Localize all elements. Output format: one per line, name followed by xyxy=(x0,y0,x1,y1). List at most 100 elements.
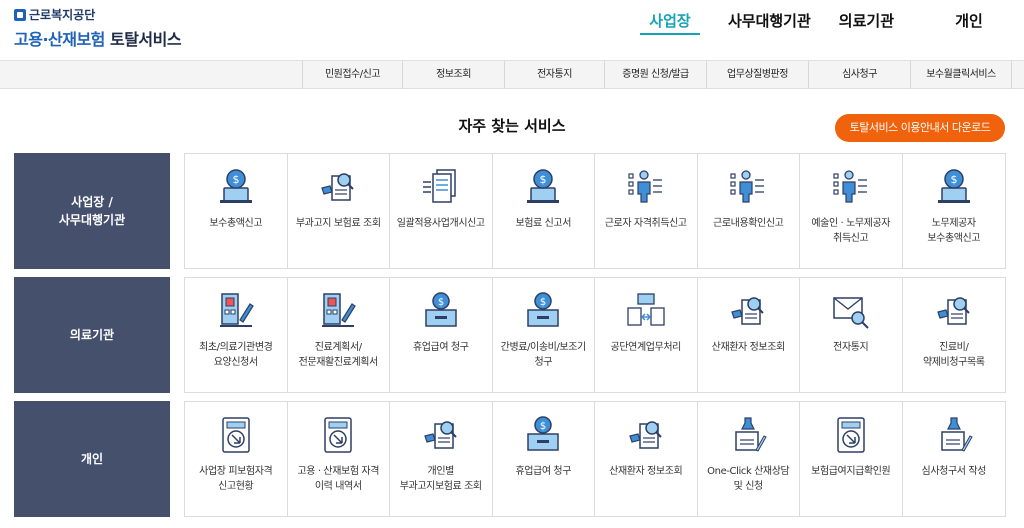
submenu-disease-judgment[interactable]: 업무상질병판정 xyxy=(706,61,808,89)
service-card-label: 휴업급여 청구 xyxy=(412,342,469,353)
service-card[interactable]: $ 간병료/이송비/보조기 청구 xyxy=(493,278,595,392)
document-search-icon xyxy=(934,290,974,330)
service-card[interactable]: 고용 · 산재보험 자격 이력 내역서 xyxy=(288,402,390,516)
documents-arrow-icon xyxy=(421,166,461,206)
nav-medical[interactable]: 의료기관 xyxy=(839,10,894,35)
service-card-label: 휴업급여 청구 xyxy=(515,466,572,477)
hospital-pen-icon xyxy=(318,290,358,330)
submenu-one-click[interactable]: 보수월클릭서비스 xyxy=(910,61,1012,89)
service-card[interactable]: 공단연계업무처리 xyxy=(595,278,698,392)
service-card-label: 개인별 부과고지보험료 조회 xyxy=(399,466,482,492)
service-card-label: 진료비/약제비청구목록 xyxy=(922,342,985,368)
row-medical: 의료기관 최초/의료기관변경 요양신청서 진료계획서/전문재활진료계획서 $ 휴… xyxy=(14,277,1006,393)
service-card[interactable]: $ 휴업급여 청구 xyxy=(390,278,493,392)
service-card[interactable]: One-Click 산재상담 및 신청 xyxy=(698,402,800,516)
download-tray-icon xyxy=(216,414,256,454)
person-checklist-icon xyxy=(831,166,871,206)
service-card[interactable]: 진료계획서/전문재활진료계획서 xyxy=(288,278,390,392)
svg-text:$: $ xyxy=(438,297,444,308)
header: 근로복지공단 고용·산재보험 토탈서비스 사업장 사무대행기관 의료기관 개인 xyxy=(0,0,1024,58)
logo-title: 고용·산재보험 토탈서비스 xyxy=(14,26,182,50)
service-card-label: 산재환자 정보조회 xyxy=(711,342,786,353)
service-card[interactable]: 일괄적용사업개시신고 xyxy=(390,154,493,268)
download-tray-icon xyxy=(318,414,358,454)
person-checklist-icon xyxy=(728,166,768,206)
service-card[interactable]: 전자통지 xyxy=(800,278,903,392)
file-exchange-icon xyxy=(626,290,666,330)
coin-laptop-icon: $ xyxy=(523,166,563,206)
service-card[interactable]: $ 노무제공자 보수총액신고 xyxy=(903,154,1006,268)
org-name: 근로복지공단 xyxy=(29,8,96,22)
nav-agency[interactable]: 사무대행기관 xyxy=(728,10,811,35)
nav-personal[interactable]: 개인 xyxy=(934,10,1004,35)
service-card[interactable]: $ 보수총액신고 xyxy=(185,154,288,268)
logo-title-dark: 토탈서비스 xyxy=(104,30,182,49)
coin-laptop-icon: $ xyxy=(216,166,256,206)
envelope-search-icon xyxy=(831,290,871,330)
hospital-pen-icon xyxy=(216,290,256,330)
download-tray-icon xyxy=(831,414,871,454)
service-card-label: 최초/의료기관변경 요양신청서 xyxy=(199,342,273,368)
service-card-label: 보수총액신고 xyxy=(209,218,263,229)
svg-text:$: $ xyxy=(950,173,957,186)
submenu-info-lookup[interactable]: 정보조회 xyxy=(402,61,504,89)
service-card[interactable]: 보험급여지급확인원 xyxy=(800,402,903,516)
document-search-icon xyxy=(626,414,666,454)
coin-box-icon: $ xyxy=(523,290,563,330)
service-card-label: 고용 · 산재보험 자격 이력 내역서 xyxy=(297,466,379,492)
service-card-label: 예술인 · 노무제공자 취득신고 xyxy=(811,218,891,244)
service-card[interactable]: 근로자 자격취득신고 xyxy=(595,154,698,268)
submenu-certificate[interactable]: 증명원 신청/발급 xyxy=(604,61,706,89)
service-card-label: 보험료 신고서 xyxy=(515,218,572,229)
service-card-label: 심사청구서 작성 xyxy=(921,466,987,477)
person-checklist-icon xyxy=(626,166,666,206)
service-card[interactable]: 산재환자 정보조회 xyxy=(595,402,698,516)
service-card[interactable]: 산재환자 정보조회 xyxy=(698,278,800,392)
row-label: 의료기관 xyxy=(14,277,170,393)
service-card[interactable]: 근로내용확인신고 xyxy=(698,154,800,268)
sub-menu-bar: 민원접수/신고 정보조회 전자통지 증명원 신청/발급 업무상질병판정 심사청구… xyxy=(0,60,1024,89)
document-search-icon xyxy=(421,414,461,454)
document-search-icon xyxy=(318,166,358,206)
row-label: 사업장 / 사무대행기관 xyxy=(14,153,170,269)
logo[interactable]: 근로복지공단 고용·산재보험 토탈서비스 xyxy=(14,6,182,50)
submenu-review-claim[interactable]: 심사청구 xyxy=(808,61,910,89)
coin-laptop-icon: $ xyxy=(934,166,974,206)
service-card-label: 노무제공자 보수총액신고 xyxy=(927,218,981,244)
service-card[interactable]: 심사청구서 작성 xyxy=(903,402,1006,516)
service-card-label: 일괄적용사업개시신고 xyxy=(396,218,485,229)
document-search-icon xyxy=(728,290,768,330)
logo-org: 근로복지공단 xyxy=(14,6,181,23)
row-personal: 개인 사업장 피보험자격 신고현황 고용 · 산재보험 자격 이력 내역서 개인… xyxy=(14,401,1006,517)
service-card-label: 근로내용확인신고 xyxy=(713,218,784,229)
svg-text:$: $ xyxy=(540,421,546,432)
logo-mark-icon xyxy=(14,8,26,21)
service-card-label: 간병료/이송비/보조기 청구 xyxy=(500,342,587,368)
service-card[interactable]: 개인별 부과고지보험료 조회 xyxy=(390,402,493,516)
svg-text:$: $ xyxy=(540,173,547,186)
service-card[interactable]: 진료비/약제비청구목록 xyxy=(903,278,1006,392)
main-nav: 사업장 사무대행기관 의료기관 개인 xyxy=(612,10,1004,35)
row-business: 사업장 / 사무대행기관 $ 보수총액신고 부과고지 보험료 조회 일괄적용사업개… xyxy=(14,153,1006,269)
service-card-label: 진료계획서/전문재활진료계획서 xyxy=(298,342,379,368)
service-card-label: 보험급여지급확인원 xyxy=(811,466,891,477)
logo-title-blue: 고용·산재보험 xyxy=(14,30,105,49)
service-cards: $ 보수총액신고 부과고지 보험료 조회 일괄적용사업개시신고 $ 보험료 신고서 … xyxy=(184,153,1006,269)
service-card[interactable]: 사업장 피보험자격 신고현황 xyxy=(185,402,288,516)
service-card-label: 공단연계업무처리 xyxy=(610,342,682,353)
service-card-label: 사업장 피보험자격 신고현황 xyxy=(199,466,273,492)
stamp-pen-icon xyxy=(934,414,974,454)
submenu-civil-report[interactable]: 민원접수/신고 xyxy=(302,61,402,89)
service-card[interactable]: $ 보험료 신고서 xyxy=(493,154,595,268)
row-label: 개인 xyxy=(14,401,170,517)
guide-download-button[interactable]: 토탈서비스 이용안내서 다운로드 xyxy=(835,114,1005,142)
coin-box-icon: $ xyxy=(523,414,563,454)
service-card[interactable]: $ 휴업급여 청구 xyxy=(493,402,595,516)
service-card[interactable]: 최초/의료기관변경 요양신청서 xyxy=(185,278,288,392)
service-card-label: 근로자 자격취득신고 xyxy=(604,218,687,229)
submenu-e-notice[interactable]: 전자통지 xyxy=(504,61,604,89)
service-card[interactable]: 부과고지 보험료 조회 xyxy=(288,154,390,268)
service-card[interactable]: 예술인 · 노무제공자 취득신고 xyxy=(800,154,903,268)
stamp-pen-icon xyxy=(728,414,768,454)
nav-business[interactable]: 사업장 xyxy=(639,10,700,35)
